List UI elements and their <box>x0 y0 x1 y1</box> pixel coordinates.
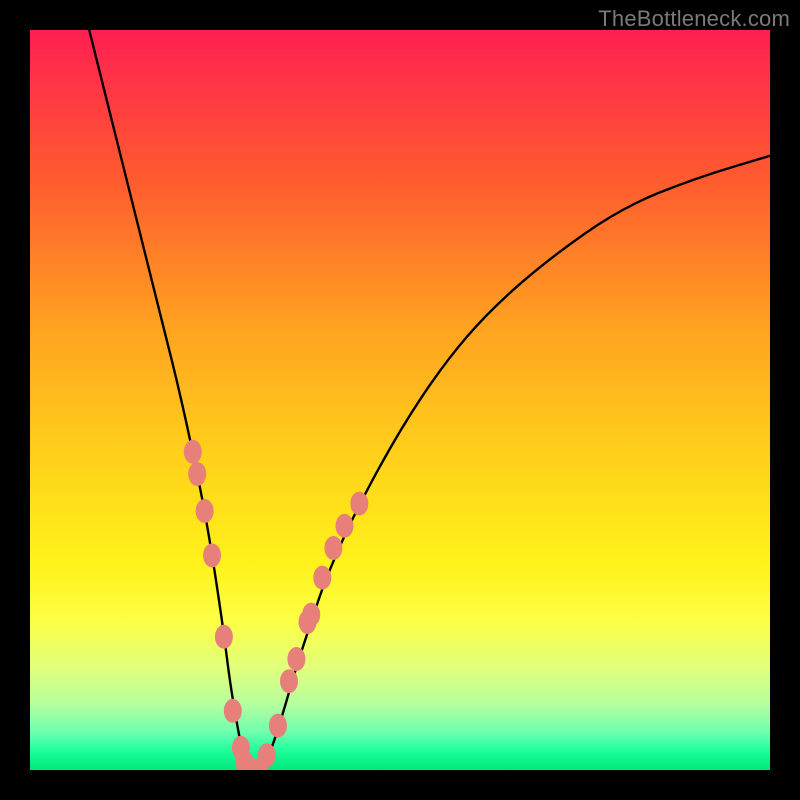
chart-stage: TheBottleneck.com <box>0 0 800 800</box>
marker-point <box>350 492 368 516</box>
marker-point <box>196 499 214 523</box>
marker-point <box>188 462 206 486</box>
marker-point <box>324 536 342 560</box>
marker-point <box>313 566 331 590</box>
marker-point <box>258 743 276 767</box>
marker-point <box>224 699 242 723</box>
marker-point <box>203 543 221 567</box>
plot-panel <box>30 30 770 770</box>
marker-point <box>302 603 320 627</box>
watermark-text: TheBottleneck.com <box>598 6 790 32</box>
marker-point <box>184 440 202 464</box>
marker-point <box>287 647 305 671</box>
marker-point <box>269 714 287 738</box>
highlighted-points <box>184 440 368 770</box>
curve-layer <box>30 30 770 770</box>
bottleneck-curve <box>89 30 770 768</box>
marker-point <box>336 514 354 538</box>
marker-point <box>215 625 233 649</box>
marker-point <box>280 669 298 693</box>
